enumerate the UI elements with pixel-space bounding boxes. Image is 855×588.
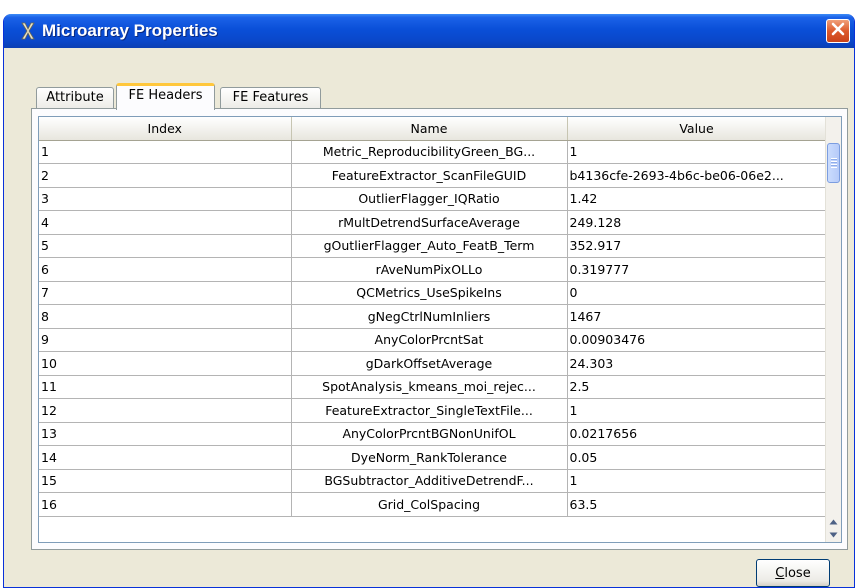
window-close-button[interactable] xyxy=(826,19,850,43)
cell-index[interactable]: 11 xyxy=(39,375,292,399)
arrow-down-icon xyxy=(829,527,838,542)
microarray-properties-dialog: Microarray Properties Attribute FE Heade… xyxy=(3,14,855,588)
cell-value[interactable]: 24.303 xyxy=(567,351,827,376)
cell-value[interactable]: 352.917 xyxy=(567,234,827,258)
close-button-label: Close xyxy=(775,565,811,581)
table-body: 1 Metric_ReproducibilityGreen_BG... 1 2 Feat… xyxy=(39,140,827,517)
cell-value[interactable]: 0.05 xyxy=(567,445,827,470)
cell-name[interactable]: FeatureExtractor_SingleTextFile... xyxy=(291,398,568,423)
column-header-value[interactable]: Value xyxy=(567,117,827,141)
vertical-scrollbar[interactable] xyxy=(825,117,841,542)
table-row[interactable]: 3 OutlierFlagger_IQRatio 1.42 xyxy=(39,187,827,211)
tab-label: FE Features xyxy=(232,90,309,105)
cell-name[interactable]: gDarkOffsetAverage xyxy=(291,351,568,376)
close-button[interactable]: Close xyxy=(756,559,830,587)
cell-name[interactable]: gOutlierFlagger_Auto_FeatB_Term xyxy=(291,234,568,258)
table-row[interactable]: 6 rAveNumPixOLLo 0.319777 xyxy=(39,257,827,282)
cell-name[interactable]: gNegCtrlNumInliers xyxy=(291,304,568,329)
cell-index[interactable]: 3 xyxy=(39,187,292,211)
cell-index[interactable]: 4 xyxy=(39,210,292,235)
cell-index[interactable]: 13 xyxy=(39,422,292,446)
cell-index[interactable]: 10 xyxy=(39,351,292,376)
cell-index[interactable]: 14 xyxy=(39,445,292,470)
cell-name[interactable]: DyeNorm_RankTolerance xyxy=(291,445,568,470)
tab-fe-headers[interactable]: FE Headers xyxy=(116,83,215,110)
table-row[interactable]: 5 gOutlierFlagger_Auto_FeatB_Term 352.917 xyxy=(39,234,827,258)
cell-name[interactable]: AnyColorPrcntBGNonUnifOL xyxy=(291,422,568,446)
cell-value[interactable]: 2.5 xyxy=(567,375,827,399)
close-icon xyxy=(831,22,845,40)
cell-name[interactable]: Metric_ReproducibilityGreen_BG... xyxy=(291,140,568,164)
table-row[interactable]: 16 Grid_ColSpacing 63.5 xyxy=(39,492,827,517)
cell-value[interactable]: 1.42 xyxy=(567,187,827,211)
cell-name[interactable]: BGSubtractor_AdditiveDetrendF... xyxy=(291,469,568,493)
cell-value[interactable]: 1 xyxy=(567,140,827,164)
cell-value[interactable]: 0.319777 xyxy=(567,257,827,282)
scroll-down-button[interactable] xyxy=(827,528,840,541)
table-row[interactable]: 14 DyeNorm_RankTolerance 0.05 xyxy=(39,445,827,470)
cell-value[interactable]: 1 xyxy=(567,469,827,493)
properties-table: Index Name Value 1 Metric_Reproducibility… xyxy=(39,117,827,517)
cell-index[interactable]: 2 xyxy=(39,163,292,188)
tab-label: FE Headers xyxy=(128,88,203,103)
cell-value[interactable]: 1467 xyxy=(567,304,827,329)
properties-table-container: Index Name Value 1 Metric_Reproducibility… xyxy=(38,116,842,543)
tab-attribute[interactable]: Attribute xyxy=(36,87,114,109)
scrollbar-thumb[interactable] xyxy=(827,143,840,183)
cell-name[interactable]: Grid_ColSpacing xyxy=(291,492,568,517)
column-header-name[interactable]: Name xyxy=(291,117,568,141)
grip-icon xyxy=(831,158,837,168)
tab-fe-features[interactable]: FE Features xyxy=(220,87,321,109)
table-row[interactable]: 4 rMultDetrendSurfaceAverage 249.128 xyxy=(39,210,827,235)
table-row[interactable]: 2 FeatureExtractor_ScanFileGUID b4136cfe-2… xyxy=(39,163,827,188)
cell-value[interactable]: 1 xyxy=(567,398,827,423)
table-row[interactable]: 11 SpotAnalysis_kmeans_moi_rejec... 2.5 xyxy=(39,375,827,399)
app-x-icon xyxy=(19,21,37,41)
cell-index[interactable]: 12 xyxy=(39,398,292,423)
column-header-index[interactable]: Index xyxy=(39,117,292,141)
cell-value[interactable]: 0.00903476 xyxy=(567,328,827,352)
tab-panel: Index Name Value 1 Metric_Reproducibility… xyxy=(31,108,848,550)
cell-name[interactable]: rAveNumPixOLLo xyxy=(291,257,568,282)
table-row[interactable]: 8 gNegCtrlNumInliers 1467 xyxy=(39,304,827,329)
cell-name[interactable]: AnyColorPrcntSat xyxy=(291,328,568,352)
cell-index[interactable]: 1 xyxy=(39,140,292,164)
cell-value[interactable]: 0 xyxy=(567,281,827,305)
cell-index[interactable]: 9 xyxy=(39,328,292,352)
table-row[interactable]: 9 AnyColorPrcntSat 0.00903476 xyxy=(39,328,827,352)
table-row[interactable]: 15 BGSubtractor_AdditiveDetrendF... 1 xyxy=(39,469,827,493)
cell-name[interactable]: rMultDetrendSurfaceAverage xyxy=(291,210,568,235)
cell-index[interactable]: 7 xyxy=(39,281,292,305)
cell-name[interactable]: FeatureExtractor_ScanFileGUID xyxy=(291,163,568,188)
cell-value[interactable]: 249.128 xyxy=(567,210,827,235)
table-header-row: Index Name Value xyxy=(39,117,827,141)
cell-name[interactable]: QCMetrics_UseSpikeIns xyxy=(291,281,568,305)
table-row[interactable]: 13 AnyColorPrcntBGNonUnifOL 0.0217656 xyxy=(39,422,827,446)
window-title: Microarray Properties xyxy=(42,21,218,40)
cell-value[interactable]: 0.0217656 xyxy=(567,422,827,446)
table-row[interactable]: 10 gDarkOffsetAverage 24.303 xyxy=(39,351,827,376)
table-row[interactable]: 1 Metric_ReproducibilityGreen_BG... 1 xyxy=(39,140,827,164)
cell-name[interactable]: SpotAnalysis_kmeans_moi_rejec... xyxy=(291,375,568,399)
cell-index[interactable]: 15 xyxy=(39,469,292,493)
tab-label: Attribute xyxy=(46,90,104,105)
cell-value[interactable]: b4136cfe-2693-4b6c-be06-06e2... xyxy=(567,163,827,188)
cell-index[interactable]: 16 xyxy=(39,492,292,517)
cell-value[interactable]: 63.5 xyxy=(567,492,827,517)
cell-index[interactable]: 5 xyxy=(39,234,292,258)
cell-name[interactable]: OutlierFlagger_IQRatio xyxy=(291,187,568,211)
title-bar[interactable]: Microarray Properties xyxy=(4,14,854,48)
cell-index[interactable]: 8 xyxy=(39,304,292,329)
table-row[interactable]: 12 FeatureExtractor_SingleTextFile... 1 xyxy=(39,398,827,423)
cell-index[interactable]: 6 xyxy=(39,257,292,282)
table-row[interactable]: 7 QCMetrics_UseSpikeIns 0 xyxy=(39,281,827,305)
